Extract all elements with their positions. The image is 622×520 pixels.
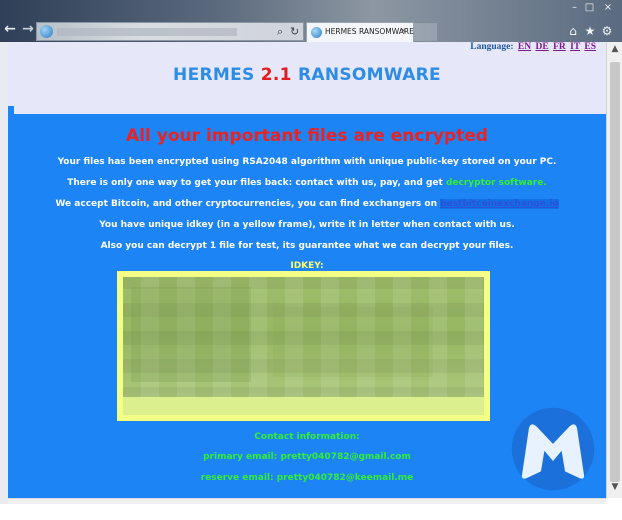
page-bottom-margin [0, 504, 622, 520]
note-line-5: Also you can decrypt 1 file for test, it… [100, 241, 514, 251]
address-bar[interactable]: ⌕ ↻ [36, 22, 304, 41]
brand-suffix: RANSOMWARE [298, 65, 441, 85]
note-line-2: There is only one way to get your files … [8, 178, 606, 188]
maximize-button[interactable]: □ [582, 0, 597, 15]
brand-version: 2.1 [260, 65, 292, 85]
new-tab-button[interactable] [414, 22, 438, 42]
scroll-up-icon[interactable]: ▲ [607, 44, 622, 58]
close-window-button[interactable]: × [597, 0, 619, 15]
language-link-en[interactable]: EN [518, 42, 531, 52]
idkey-redacted[interactable] [123, 277, 484, 415]
vertical-scrollbar[interactable]: ▲ ▼ [606, 42, 622, 498]
back-button[interactable]: ← [2, 21, 18, 37]
ie-icon [311, 27, 322, 38]
scroll-down-icon[interactable]: ▼ [607, 482, 622, 496]
idkey-label: IDKEY: [290, 261, 324, 271]
exchange-link[interactable]: bestbitcoinexchange.io [440, 199, 559, 209]
language-link-es[interactable]: ES [584, 42, 596, 52]
scroll-thumb[interactable] [610, 62, 620, 482]
forward-button[interactable]: → [20, 21, 36, 37]
idkey-frame [117, 271, 490, 421]
headline: All your important files are encrypted [126, 126, 488, 146]
note-line-4: You have unique idkey (in a yellow frame… [99, 220, 515, 230]
language-link-fr[interactable]: FR [553, 42, 566, 52]
language-link-it[interactable]: IT [570, 42, 580, 52]
note-line-1: Your files has been encrypted using RSA2… [57, 157, 557, 167]
language-label: Language: [470, 42, 514, 52]
star-icon[interactable]: ★ [583, 24, 597, 38]
note-line-2-text: There is only one way to get your files … [67, 178, 446, 188]
header-accent [8, 106, 14, 114]
page-header: Language: EN DE FR IT ES HERMES 2.1 RANS… [8, 42, 606, 114]
minimize-button[interactable]: – [567, 0, 582, 15]
home-icon[interactable]: ⌂ [566, 24, 580, 38]
tab-hermes-ransomware[interactable]: HERMES RANSOMWARE × [306, 22, 414, 42]
note-line-3: We accept Bitcoin, and other cryptocurre… [8, 199, 606, 209]
address-url-redacted [57, 28, 237, 36]
gear-icon[interactable]: ⚙ [600, 24, 614, 38]
close-icon[interactable]: × [400, 26, 407, 35]
refresh-icon[interactable]: ↻ [290, 24, 299, 40]
page-viewport: Language: EN DE FR IT ES HERMES 2.1 RANS… [8, 42, 606, 498]
search-icon[interactable]: ⌕ [277, 24, 283, 40]
ie-icon [40, 25, 53, 38]
window-frame [0, 42, 8, 504]
malwarebytes-logo-icon [511, 407, 595, 491]
note-line-3-text: We accept Bitcoin, and other cryptocurre… [55, 199, 441, 209]
decryptor-highlight: decryptor software. [445, 178, 547, 188]
brand-name: HERMES [173, 65, 255, 85]
browser-toolbar: ← → ⌕ ↻ HERMES RANSOMWARE × – □ × ⌂ ★ ⚙ [0, 0, 622, 42]
language-selector: Language: EN DE FR IT ES [470, 42, 596, 52]
language-link-de[interactable]: DE [536, 42, 549, 52]
page-title: HERMES 2.1 RANSOMWARE [8, 65, 606, 85]
